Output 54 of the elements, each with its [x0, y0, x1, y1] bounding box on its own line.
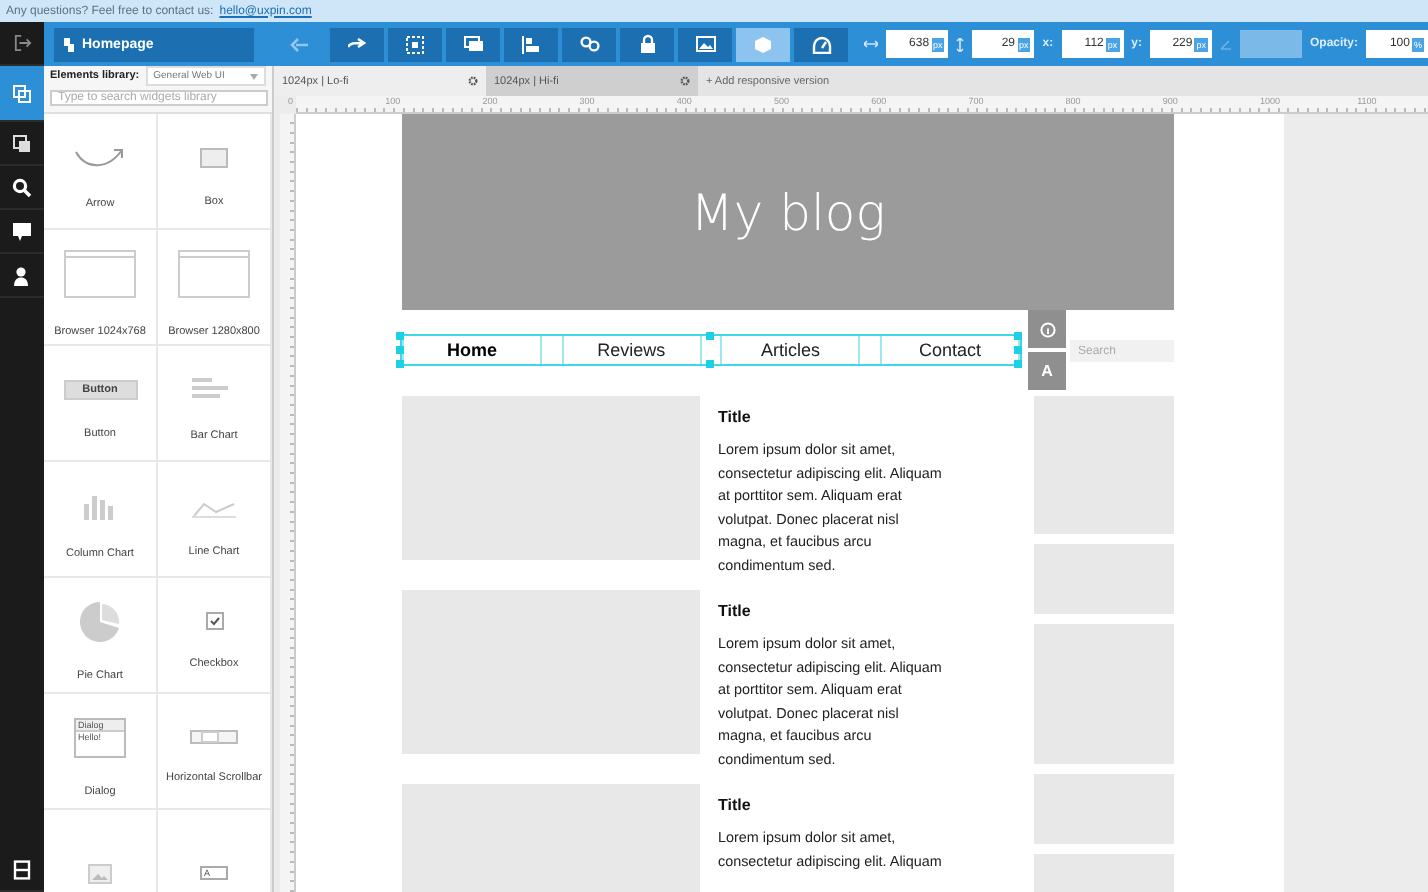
comment-icon — [12, 221, 32, 241]
blog-title: My blog — [690, 183, 886, 241]
image-icon — [695, 36, 716, 52]
widget-tile[interactable] — [44, 810, 158, 892]
link-icon — [579, 36, 600, 52]
article-title: Title — [718, 408, 753, 426]
scrollbar-icon — [190, 730, 238, 744]
nav-bar[interactable]: Home Reviews Articles Contact — [402, 336, 1020, 364]
article-title: Title — [718, 796, 753, 814]
arrow-right-icon — [348, 37, 367, 51]
group-button[interactable] — [388, 27, 443, 61]
column-chart-icon — [82, 491, 118, 519]
box-icon — [200, 147, 228, 167]
angle-icon — [1219, 38, 1232, 50]
nav-item[interactable]: Reviews — [561, 336, 702, 364]
width-icon — [864, 40, 879, 48]
copy-icon — [12, 83, 32, 103]
cube-icon — [754, 35, 773, 53]
layers-icon — [12, 859, 32, 879]
info-icon — [1039, 321, 1055, 337]
windows-icon — [463, 36, 484, 52]
user-icon — [12, 265, 32, 285]
overlap-squares-icon — [12, 133, 32, 153]
gear-icon[interactable] — [680, 76, 690, 86]
align-button[interactable] — [504, 27, 559, 61]
redo-button[interactable] — [330, 27, 385, 61]
dashed-square-icon — [406, 35, 425, 53]
article-title: Title — [718, 602, 753, 620]
page-icon — [64, 37, 74, 51]
resize-handle[interactable] — [706, 360, 714, 368]
link-button[interactable] — [562, 27, 617, 61]
nav-item[interactable]: Articles — [720, 336, 861, 364]
resize-handle[interactable] — [706, 332, 714, 340]
browser-window-icon — [64, 249, 136, 297]
duplicate-button[interactable] — [446, 27, 501, 61]
align-icon — [522, 35, 541, 53]
cube-button[interactable] — [736, 27, 791, 61]
gauge-icon — [811, 35, 832, 53]
height-icon — [956, 37, 965, 51]
search-icon — [12, 177, 32, 197]
browser-window-icon — [178, 249, 250, 297]
curved-arrow-icon — [74, 145, 126, 169]
lock-icon — [639, 34, 656, 54]
lock-button[interactable] — [620, 27, 675, 61]
gear-icon[interactable] — [468, 76, 478, 86]
gauge-button[interactable] — [794, 27, 849, 61]
image-button[interactable] — [678, 27, 733, 61]
caret-icon — [250, 73, 258, 79]
info-button[interactable] — [1028, 310, 1066, 348]
pie-chart-icon — [80, 601, 120, 641]
image-icon — [88, 863, 112, 883]
arrow-left-icon — [290, 37, 309, 51]
checkbox-icon — [205, 612, 223, 630]
exit-icon — [13, 34, 31, 52]
